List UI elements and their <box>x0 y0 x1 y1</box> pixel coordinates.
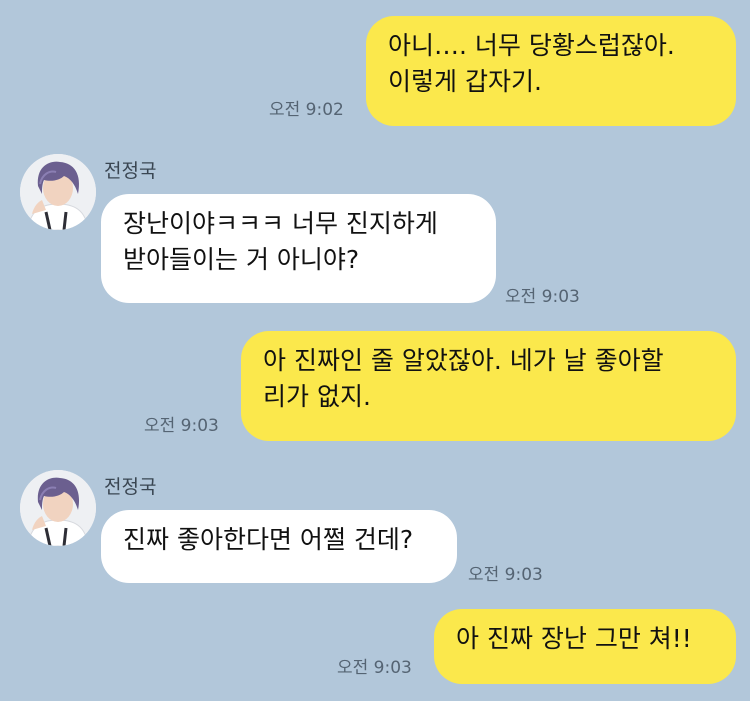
sender-avatar[interactable] <box>20 470 96 546</box>
message-bubble-sent[interactable]: 아 진짜 장난 그만 쳐!! <box>434 609 736 684</box>
message-timestamp: 오전 9:02 <box>269 100 344 120</box>
sender-name: 전정국 <box>104 476 157 498</box>
message-bubble-received[interactable]: 진짜 좋아한다면 어쩔 건데? <box>101 510 457 583</box>
message-bubble-received[interactable]: 장난이야ㅋㅋㅋ 너무 진지하게 받아들이는 거 아니야? <box>101 194 496 303</box>
profile-photo-icon <box>20 154 96 230</box>
message-timestamp: 오전 9:03 <box>144 416 219 436</box>
message-bubble-sent[interactable]: 아 진짜인 줄 알았잖아. 네가 날 좋아할 리가 없지. <box>241 331 736 441</box>
sender-avatar[interactable] <box>20 154 96 230</box>
message-timestamp: 오전 9:03 <box>337 658 412 678</box>
sender-name: 전정국 <box>104 160 157 182</box>
message-timestamp: 오전 9:03 <box>468 565 543 585</box>
message-bubble-sent[interactable]: 아니…. 너무 당황스럽잖아. 이렇게 갑자기. <box>366 16 736 126</box>
profile-photo-icon <box>20 470 96 546</box>
message-timestamp: 오전 9:03 <box>505 287 580 307</box>
